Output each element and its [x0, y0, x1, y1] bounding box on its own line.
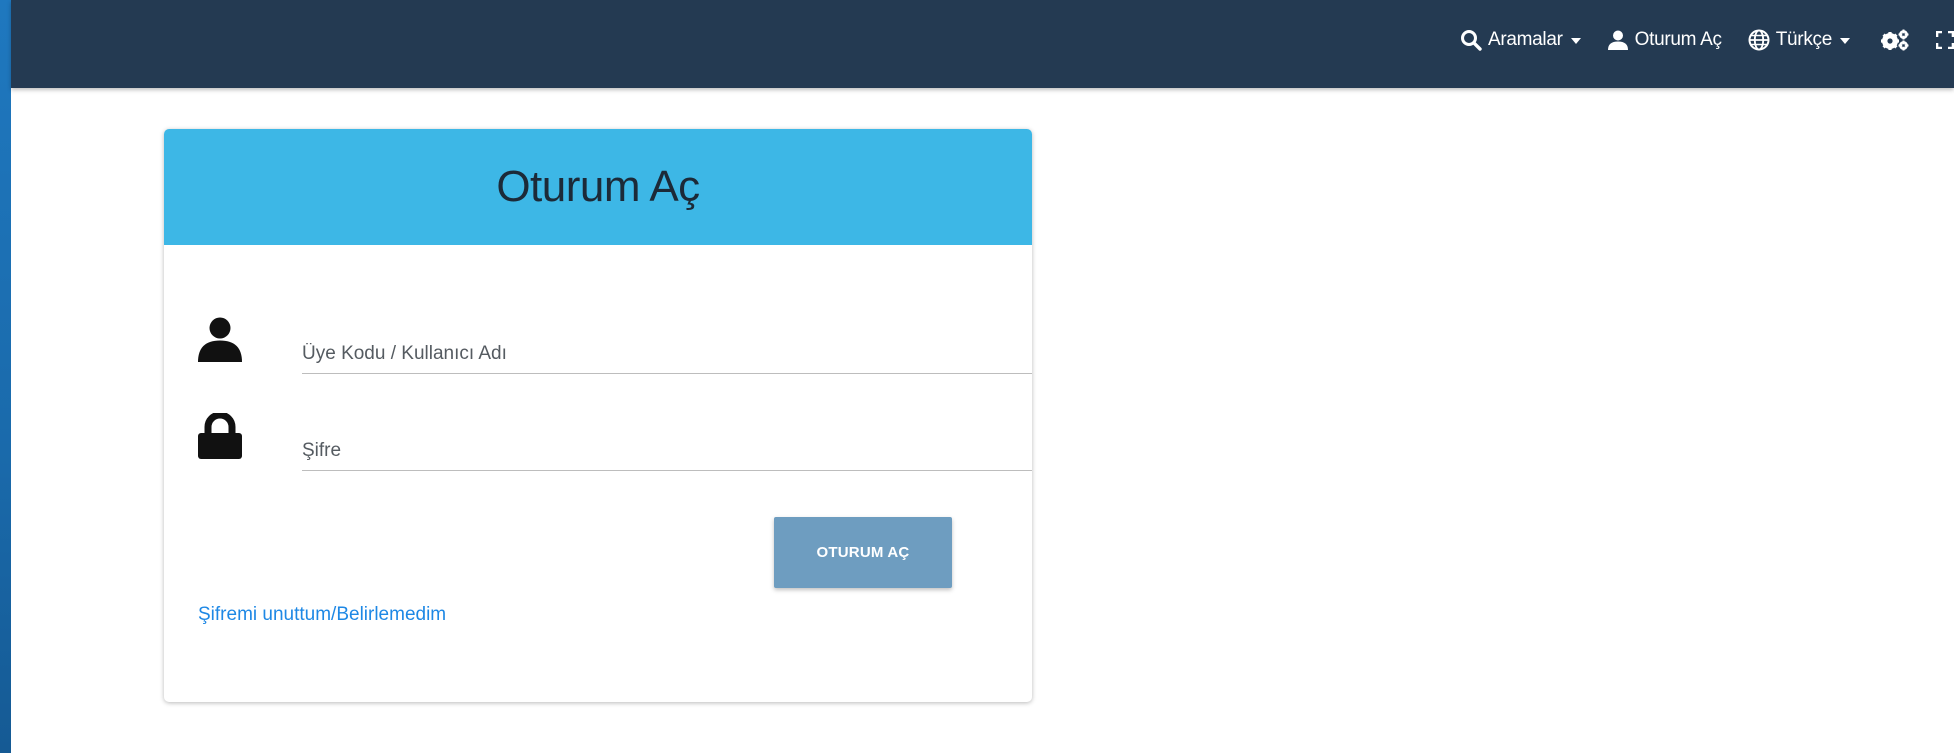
cogs-icon: [1880, 29, 1910, 51]
login-card-header: Oturum Aç: [164, 129, 1032, 245]
user-icon: [1607, 30, 1629, 50]
chevron-down-icon: [1570, 38, 1581, 44]
searches-label: Aramalar: [1487, 29, 1563, 50]
login-title: Oturum Aç: [496, 162, 700, 211]
navbar-menu: Aramalar Oturum Aç Türkçe: [1434, 0, 1954, 80]
left-edge-strip: [0, 0, 11, 753]
password-row: [198, 411, 1032, 471]
login-card: Oturum Aç OTURUM AÇ Şifremi unuttum/Beli…: [164, 129, 1032, 702]
forgot-password-link[interactable]: Şifremi unuttum/Belirlemedim: [198, 604, 446, 626]
search-icon: [1460, 29, 1482, 51]
language-dropdown[interactable]: Türkçe: [1748, 29, 1850, 51]
login-submit-button[interactable]: OTURUM AÇ: [774, 517, 952, 588]
top-navbar: Aramalar Oturum Aç Türkçe: [11, 0, 1954, 88]
login-nav-label: Oturum Aç: [1634, 29, 1722, 50]
username-row: [198, 316, 1032, 374]
language-label: Türkçe: [1775, 29, 1833, 50]
username-input[interactable]: [302, 334, 1032, 374]
searches-dropdown[interactable]: Aramalar: [1460, 29, 1581, 51]
chevron-down-icon: [1840, 38, 1850, 44]
globe-icon: [1748, 29, 1770, 51]
password-input[interactable]: [302, 431, 1032, 471]
lock-icon: [198, 411, 242, 459]
user-icon: [198, 316, 242, 362]
login-nav-link[interactable]: Oturum Aç: [1607, 29, 1722, 51]
settings-button[interactable]: [1880, 29, 1910, 51]
fullscreen-button[interactable]: [1936, 31, 1954, 49]
fullscreen-icon: [1936, 31, 1954, 49]
